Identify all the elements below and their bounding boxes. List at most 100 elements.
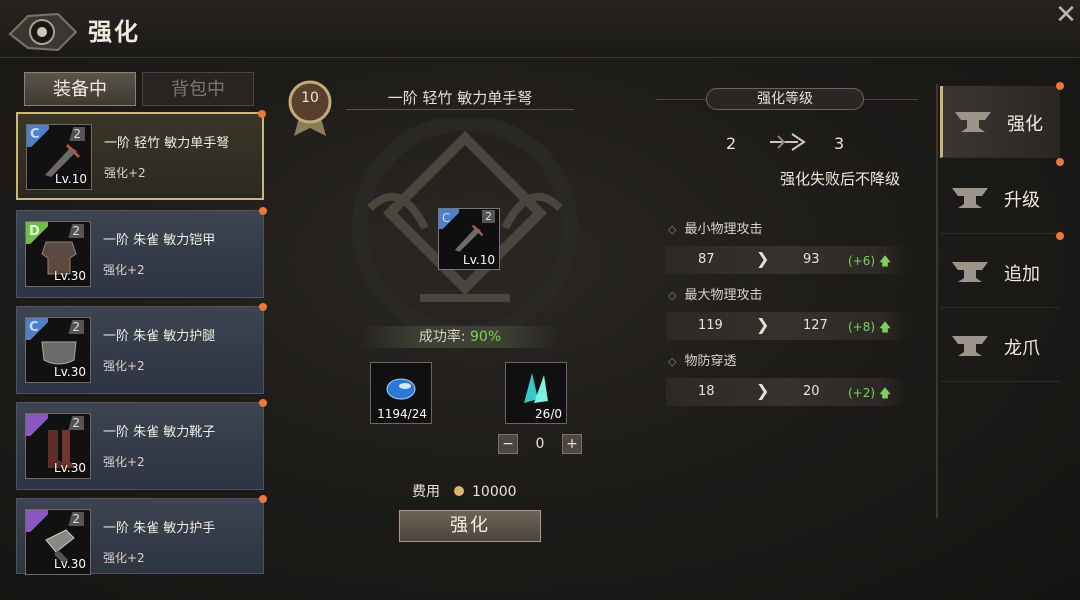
list-item[interactable]: D 2 Lv.30 一阶 朱雀 敏力铠甲 强化+2	[16, 207, 267, 298]
level-to: 3	[834, 134, 845, 153]
up-arrow-icon: 🡅	[878, 254, 892, 268]
item-level: Lv.10	[463, 253, 495, 267]
item-name: 一阶 朱雀 敏力护手	[103, 521, 216, 536]
success-rate: 成功率: 90%	[360, 326, 560, 348]
fee-row: 费用 10000	[412, 481, 517, 501]
selected-item-icon: C 2 Lv.10	[438, 208, 500, 270]
nav-label: 追加	[1004, 264, 1040, 285]
enhance-level-badge-icon	[288, 80, 332, 136]
chevron-right-icon: ❯	[756, 381, 770, 400]
stat-to: 20	[803, 384, 820, 399]
material-slot[interactable]: 1194/24	[370, 362, 432, 424]
arrow-right-icon	[770, 133, 806, 151]
notify-dot	[1056, 158, 1064, 166]
tab-equipped[interactable]: 装备中	[24, 72, 136, 106]
nav-label: 强化	[1007, 114, 1043, 135]
nav-divider	[936, 84, 938, 518]
chevron-right-icon: ❯	[756, 315, 770, 334]
level-from: 2	[726, 134, 737, 153]
stat-delta: (+8) 🡅	[848, 318, 891, 339]
item-enhance: 强化+2	[103, 359, 145, 373]
quantity-stepper: − 0 +	[498, 434, 582, 456]
item-level: Lv.30	[54, 461, 86, 475]
list-item[interactable]: 2 Lv.30 一阶 朱雀 敏力靴子 强化+2	[16, 399, 267, 490]
enhance-level-title: 强化等级	[706, 88, 864, 110]
success-rate-value: 90%	[470, 329, 502, 345]
list-item[interactable]: 2 Lv.30 一阶 朱雀 敏力护手 强化+2	[16, 495, 267, 575]
minus-button[interactable]: −	[498, 434, 518, 454]
cyan-crystal-icon	[524, 373, 548, 403]
notify-dot	[259, 399, 267, 407]
stat-row: 87 ❯ 93 (+6) 🡅	[666, 246, 906, 274]
up-arrow-icon: 🡅	[878, 320, 892, 334]
page-title: 强化	[88, 18, 140, 46]
stat-delta-value: (+2)	[848, 386, 876, 400]
stat-from: 119	[698, 318, 723, 333]
item-enhance: 强化+2	[103, 263, 145, 277]
item-level: Lv.30	[54, 365, 86, 379]
item-name: 一阶 朱雀 敏力靴子	[103, 425, 216, 440]
list-item[interactable]: C 2 Lv.30 一阶 朱雀 敏力护腿 强化+2	[16, 303, 267, 394]
stat-label: 最小物理攻击	[668, 218, 762, 237]
anvil-icon	[952, 188, 988, 208]
item-icon: D 2 Lv.30	[25, 221, 91, 287]
anvil-icon	[952, 262, 988, 282]
notify-dot	[258, 110, 266, 118]
material-count: 1194/24	[377, 407, 427, 421]
notify-dot	[259, 207, 267, 215]
item-icon: 2 Lv.30	[25, 413, 91, 479]
stat-to: 127	[803, 318, 828, 333]
notify-dot	[259, 303, 267, 311]
stepper-value[interactable]: 0	[526, 436, 554, 452]
up-arrow-icon: 🡅	[878, 386, 892, 400]
crossbow-icon	[454, 224, 484, 252]
nav-enhance[interactable]: 强化	[940, 82, 1064, 158]
stat-delta-value: (+6)	[848, 254, 876, 268]
item-icon: C 2 Lv.30	[25, 317, 91, 383]
stat-delta-value: (+8)	[848, 320, 876, 334]
anvil-icon	[952, 336, 988, 356]
item-enhance: 强化+2	[104, 166, 146, 180]
ornament-icon	[8, 12, 78, 52]
fee-value: 10000	[472, 484, 517, 500]
stat-label: 物防穿透	[668, 350, 736, 369]
nav-label: 龙爪	[1004, 338, 1040, 359]
material-slot[interactable]: 26/0	[505, 362, 567, 424]
stat-to: 93	[803, 252, 820, 267]
selected-item-name: 一阶 轻竹 敏力单手弩	[346, 86, 574, 110]
item-name: 一阶 轻竹 敏力单手弩	[104, 136, 230, 151]
item-level: Lv.30	[54, 557, 86, 571]
item-name: 一阶 朱雀 敏力铠甲	[103, 233, 216, 248]
list-item[interactable]: C 2 Lv.10 一阶 轻竹 敏力单手弩 强化+2	[16, 110, 266, 200]
stat-delta: (+2) 🡅	[848, 384, 891, 405]
nav-label: 升级	[1004, 190, 1040, 211]
enhance-button[interactable]: 强化	[399, 510, 541, 542]
material-count: 26/0	[535, 407, 562, 421]
stat-row: 18 ❯ 20 (+2) 🡅	[666, 378, 906, 406]
item-icon: 2 Lv.30	[25, 509, 91, 575]
coin-icon	[454, 486, 464, 496]
stat-row: 119 ❯ 127 (+8) 🡅	[666, 312, 906, 340]
item-icon: C 2 Lv.10	[26, 124, 92, 190]
close-icon[interactable]: ✕	[1052, 2, 1080, 30]
nav-dragon-claw[interactable]: 龙爪	[940, 310, 1060, 382]
item-name: 一阶 朱雀 敏力护腿	[103, 329, 216, 344]
stat-delta: (+6) 🡅	[848, 252, 891, 273]
notify-dot	[1056, 82, 1064, 90]
blue-gem-icon	[386, 378, 416, 400]
stat-from: 18	[698, 384, 715, 399]
nav-upgrade[interactable]: 升级	[940, 158, 1064, 234]
chevron-right-icon: ❯	[756, 249, 770, 268]
anvil-icon	[955, 112, 991, 132]
notify-dot	[259, 495, 267, 503]
item-level: Lv.10	[55, 172, 87, 186]
success-label: 成功率:	[418, 329, 471, 345]
header-bar: 强化 ✕	[0, 0, 1080, 58]
plus-button[interactable]: +	[562, 434, 582, 454]
item-level: Lv.30	[54, 269, 86, 283]
stat-label: 最大物理攻击	[668, 284, 762, 303]
nav-append[interactable]: 追加	[940, 232, 1064, 308]
item-enhance: 强化+2	[103, 551, 145, 565]
tab-bag[interactable]: 背包中	[142, 72, 254, 106]
item-enhance: 强化+2	[103, 455, 145, 469]
